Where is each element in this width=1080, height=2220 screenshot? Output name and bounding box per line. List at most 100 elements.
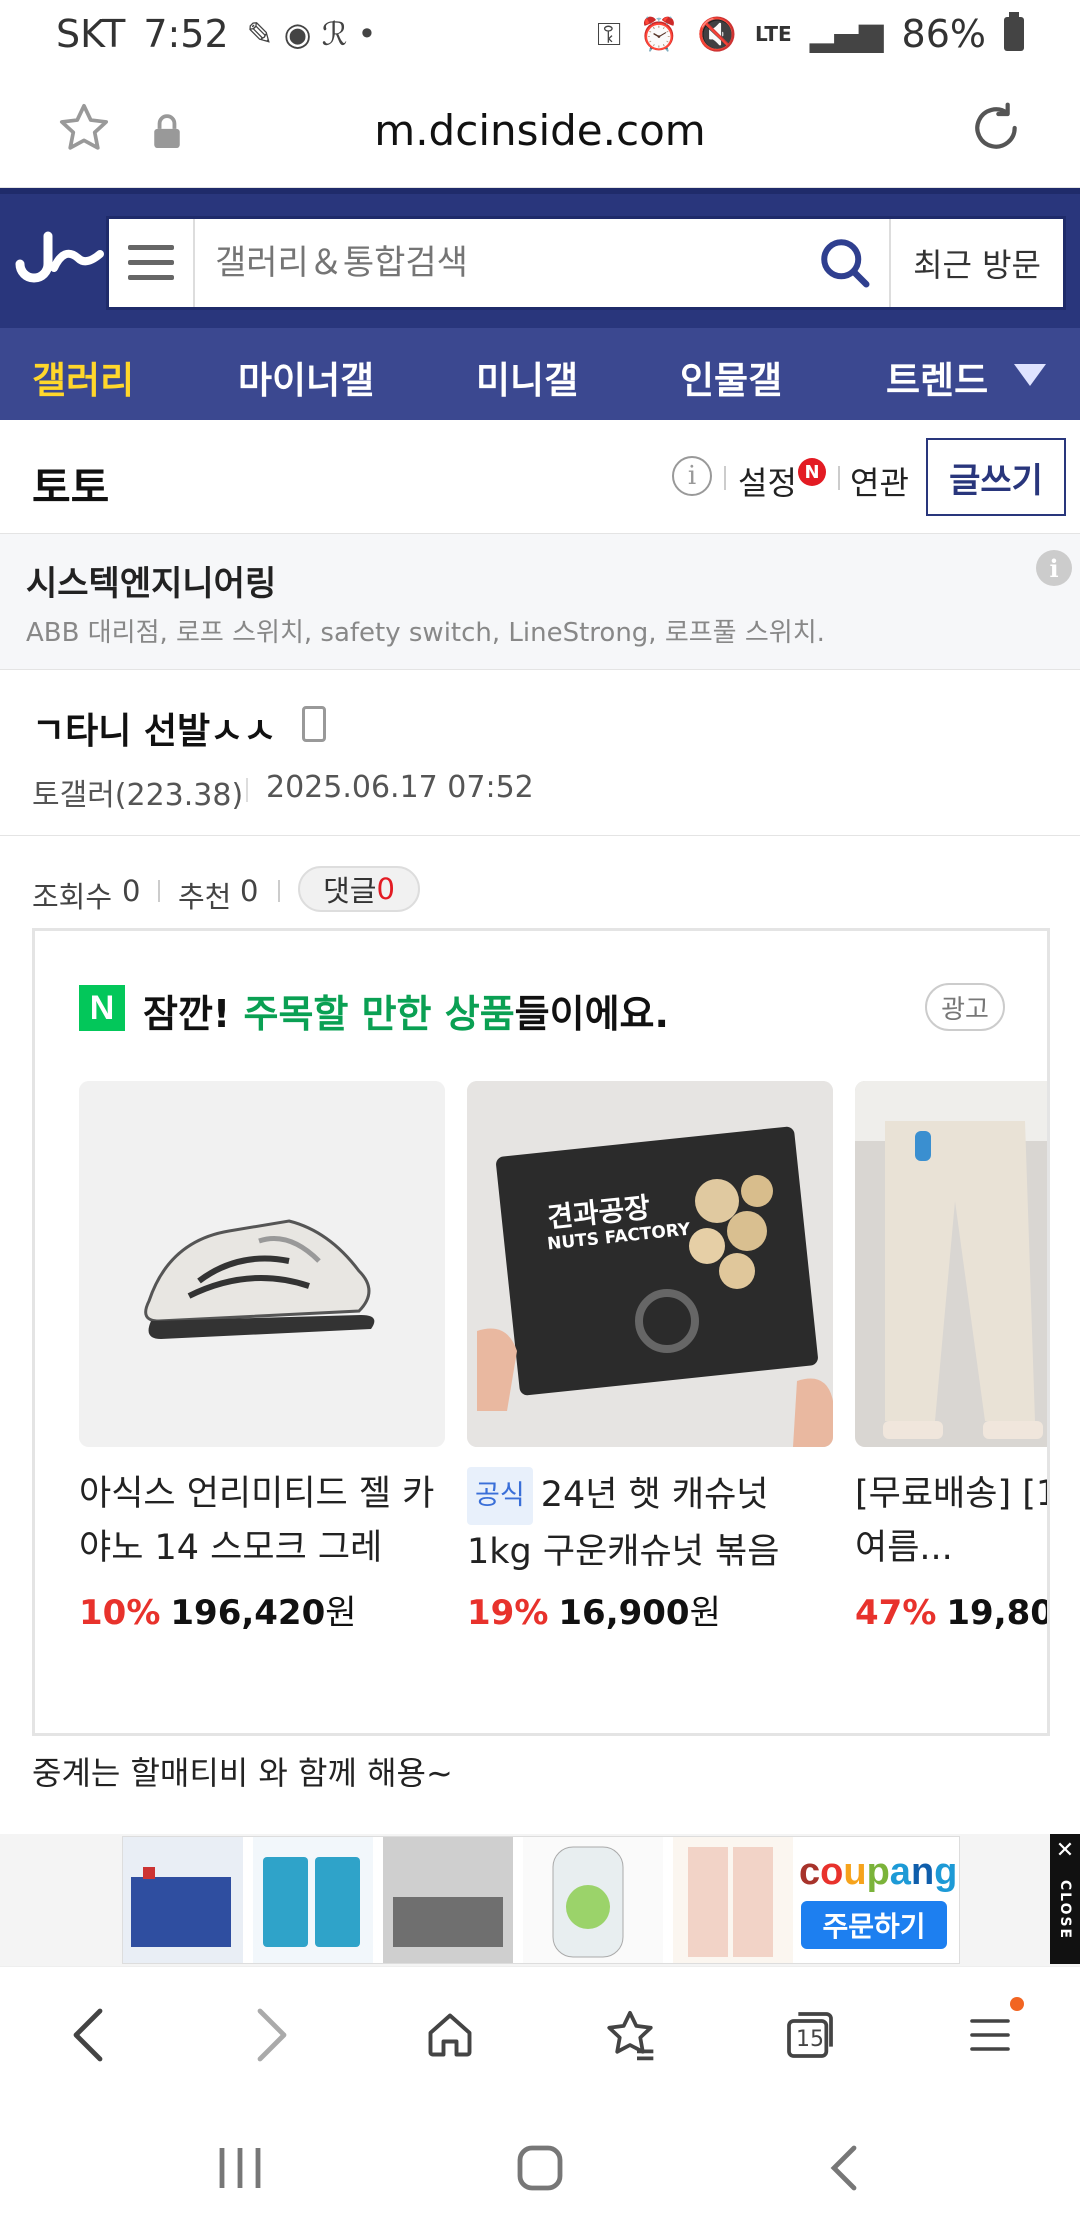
hamburger-icon — [128, 245, 174, 281]
divider — [838, 466, 840, 490]
clock: 7:52 — [143, 12, 229, 56]
cashew-box-image[interactable]: 견과공장 NUTS FACTORY — [467, 1081, 833, 1447]
divider — [278, 880, 280, 902]
network-label: LTE — [754, 22, 792, 46]
coupang-logo: coupang coupang — [799, 1851, 958, 1893]
post-title: ㄱ타니 선발ㅅㅅ — [32, 711, 277, 752]
notification-icon: ✎ ◉ ℛ • — [246, 15, 377, 53]
post-body-text: 중계는 할매티비 와 함께 해용~ — [32, 1754, 453, 1792]
related-link[interactable]: 연관 — [850, 458, 909, 504]
notification-dot — [1010, 1997, 1024, 2011]
forward-arrow-icon — [257, 2008, 287, 2062]
home-button[interactable] — [418, 2003, 482, 2067]
home-icon — [428, 2013, 472, 2057]
naver-logo: N — [79, 985, 125, 1031]
post-stats: 조회수 0 추천 0 댓글 0 — [0, 836, 1080, 926]
info-icon[interactable]: i — [672, 456, 712, 496]
ad-info-icon[interactable]: i — [1036, 550, 1072, 586]
comments-button[interactable]: 댓글 0 — [298, 866, 420, 912]
close-icon: ✕ — [1055, 1838, 1075, 1863]
search-icon[interactable] — [815, 233, 875, 293]
pants-image[interactable] — [855, 1081, 1047, 1447]
order-button[interactable]: 주문하기 — [801, 1901, 947, 1949]
product-name[interactable]: 공식24년 햇 캐슈넛 1kg 구운캐슈넛 볶음캐... — [467, 1467, 833, 1575]
sneaker-image[interactable] — [79, 1081, 445, 1447]
product-card[interactable]: 견과공장 NUTS FACTORY 공식 24년 햇 캐슈넛 1kg 구운캐슈넛 … — [467, 1081, 833, 1634]
gallery-title[interactable]: 토토 — [32, 454, 109, 515]
system-nav-bar — [0, 2100, 1080, 2220]
divider — [246, 778, 248, 802]
browser-toolbar: 15 — [0, 1966, 1080, 2100]
tab-gallery[interactable]: 갤러리 — [32, 350, 134, 404]
product-price: 10% 196,420원 — [79, 1593, 357, 1633]
recent-visits-button[interactable]: 최근 방문 — [889, 219, 1063, 307]
post-date: 2025.06.17 07:52 — [266, 770, 534, 805]
tab-person-gallery[interactable]: 인물갤 — [680, 350, 782, 404]
tabs-count: 15 — [796, 2026, 824, 2052]
settings-link[interactable]: 설정 — [738, 458, 797, 504]
tab-mini-gallery[interactable]: 미니갤 — [476, 350, 578, 404]
bookmarks-icon — [607, 2010, 654, 2061]
divider — [158, 880, 160, 902]
ad-title[interactable]: 시스텍엔지니어링 — [26, 556, 276, 605]
back-arrow-icon — [73, 2008, 103, 2062]
product-price: 47%19,800원 — [855, 1593, 1047, 1633]
views-label: 조회수 — [32, 880, 113, 914]
status-bar: SKT 7:52 ✎ ◉ ℛ • ⚿ ⏰ 🔇 LTE ▂▄▆ 86% — [0, 0, 1080, 68]
product-name[interactable]: 아식스 언리미티드 젤 카야노 14 스모크 그레이... — [79, 1467, 445, 1575]
post-header: ㄱ타니 선발ㅅㅅ 토갤러(223.38) 2025.06.17 07:52 — [0, 670, 1080, 836]
tabs-button[interactable]: 15 — [778, 2003, 842, 2067]
ad-description: ABB 대리점, 로프 스위치, safety switch, LineStro… — [26, 618, 825, 648]
comments-count: 0 — [376, 872, 395, 906]
tab-trend[interactable]: 트렌드 — [886, 350, 988, 404]
forward-button[interactable] — [240, 2003, 304, 2067]
reload-icon[interactable] — [968, 100, 1024, 156]
menu-button-browser[interactable] — [958, 1997, 1024, 2067]
text-ad-banner[interactable]: 시스텍엔지니어링 ABB 대리점, 로프 스위치, safety switch,… — [0, 534, 1080, 670]
official-tag: 공식 — [467, 1467, 533, 1525]
url-text[interactable]: m.dcinside.com — [0, 106, 1080, 155]
close-label: CLOSE — [1057, 1879, 1073, 1941]
menu-icon — [970, 2019, 1010, 2051]
nav-expand-icon[interactable] — [1014, 364, 1046, 386]
signal-icon: ▂▄▆ — [809, 15, 884, 53]
recent-apps-icon[interactable] — [210, 2138, 270, 2198]
gallery-title-bar: 토토 i 설정 N 연관 글쓰기 — [0, 420, 1080, 534]
views-count: 0 — [122, 874, 141, 908]
back-button[interactable] — [56, 2003, 120, 2067]
gallery-nav: 갤러리 마이너갤 미니갤 인물갤 트렌드 — [0, 328, 1080, 420]
post-author[interactable]: 토갤러(223.38) — [32, 770, 243, 814]
alarm-icon: ⏰ — [639, 15, 680, 53]
product-card[interactable]: 아식스 언리미티드 젤 카야노 14 스모크 그레이... 10%196,420… — [79, 1081, 445, 1634]
search-box: 최근 방문 — [106, 216, 1066, 310]
product-price: 19% 16,900원 — [467, 1593, 721, 1633]
back-nav-icon[interactable] — [816, 2138, 876, 2198]
write-post-button[interactable]: 글쓰기 — [926, 438, 1066, 516]
site-header: 최근 방문 — [0, 188, 1080, 328]
product-card[interactable]: [무료배송] [1... 자 바즈 여름... 47%19,800원 — [855, 1081, 1047, 1634]
new-badge: N — [798, 458, 826, 486]
comments-label: 댓글 — [323, 874, 377, 908]
dcinside-logo[interactable] — [14, 224, 104, 294]
divider — [724, 466, 726, 490]
bookmarks-button[interactable] — [598, 2003, 662, 2067]
ad-close-button[interactable]: ✕ CLOSE — [1050, 1834, 1080, 1964]
carrier-label: SKT — [56, 12, 126, 56]
ad-label[interactable]: 광고 — [925, 983, 1005, 1031]
product-name[interactable]: [무료배송] [1... 자 바즈 여름... — [855, 1467, 1047, 1575]
search-input[interactable] — [195, 223, 816, 303]
battery-icon — [1004, 12, 1024, 51]
bottom-ad-banner: coupang coupang 주문하기 ✕ CLOSE — [0, 1834, 1080, 1966]
mute-icon: 🔇 — [697, 15, 737, 53]
battery-level: 86% — [901, 12, 986, 56]
key-icon: ⚿ — [596, 14, 622, 53]
coupang-ad[interactable]: coupang coupang 주문하기 — [122, 1836, 960, 1964]
product-ad-heading: 잠깐! 주목할 만한 상품들이에요. — [143, 992, 669, 1036]
tab-minor-gallery[interactable]: 마이너갤 — [238, 350, 374, 404]
recommend-label: 추천 — [178, 880, 232, 914]
product-list: 아식스 언리미티드 젤 카야노 14 스모크 그레이... 10%196,420… — [79, 1081, 1047, 1641]
home-nav-icon[interactable] — [510, 2138, 570, 2198]
recommend-count: 0 — [240, 874, 259, 908]
ad-product-images[interactable] — [123, 1837, 793, 1964]
menu-button[interactable] — [109, 219, 195, 307]
